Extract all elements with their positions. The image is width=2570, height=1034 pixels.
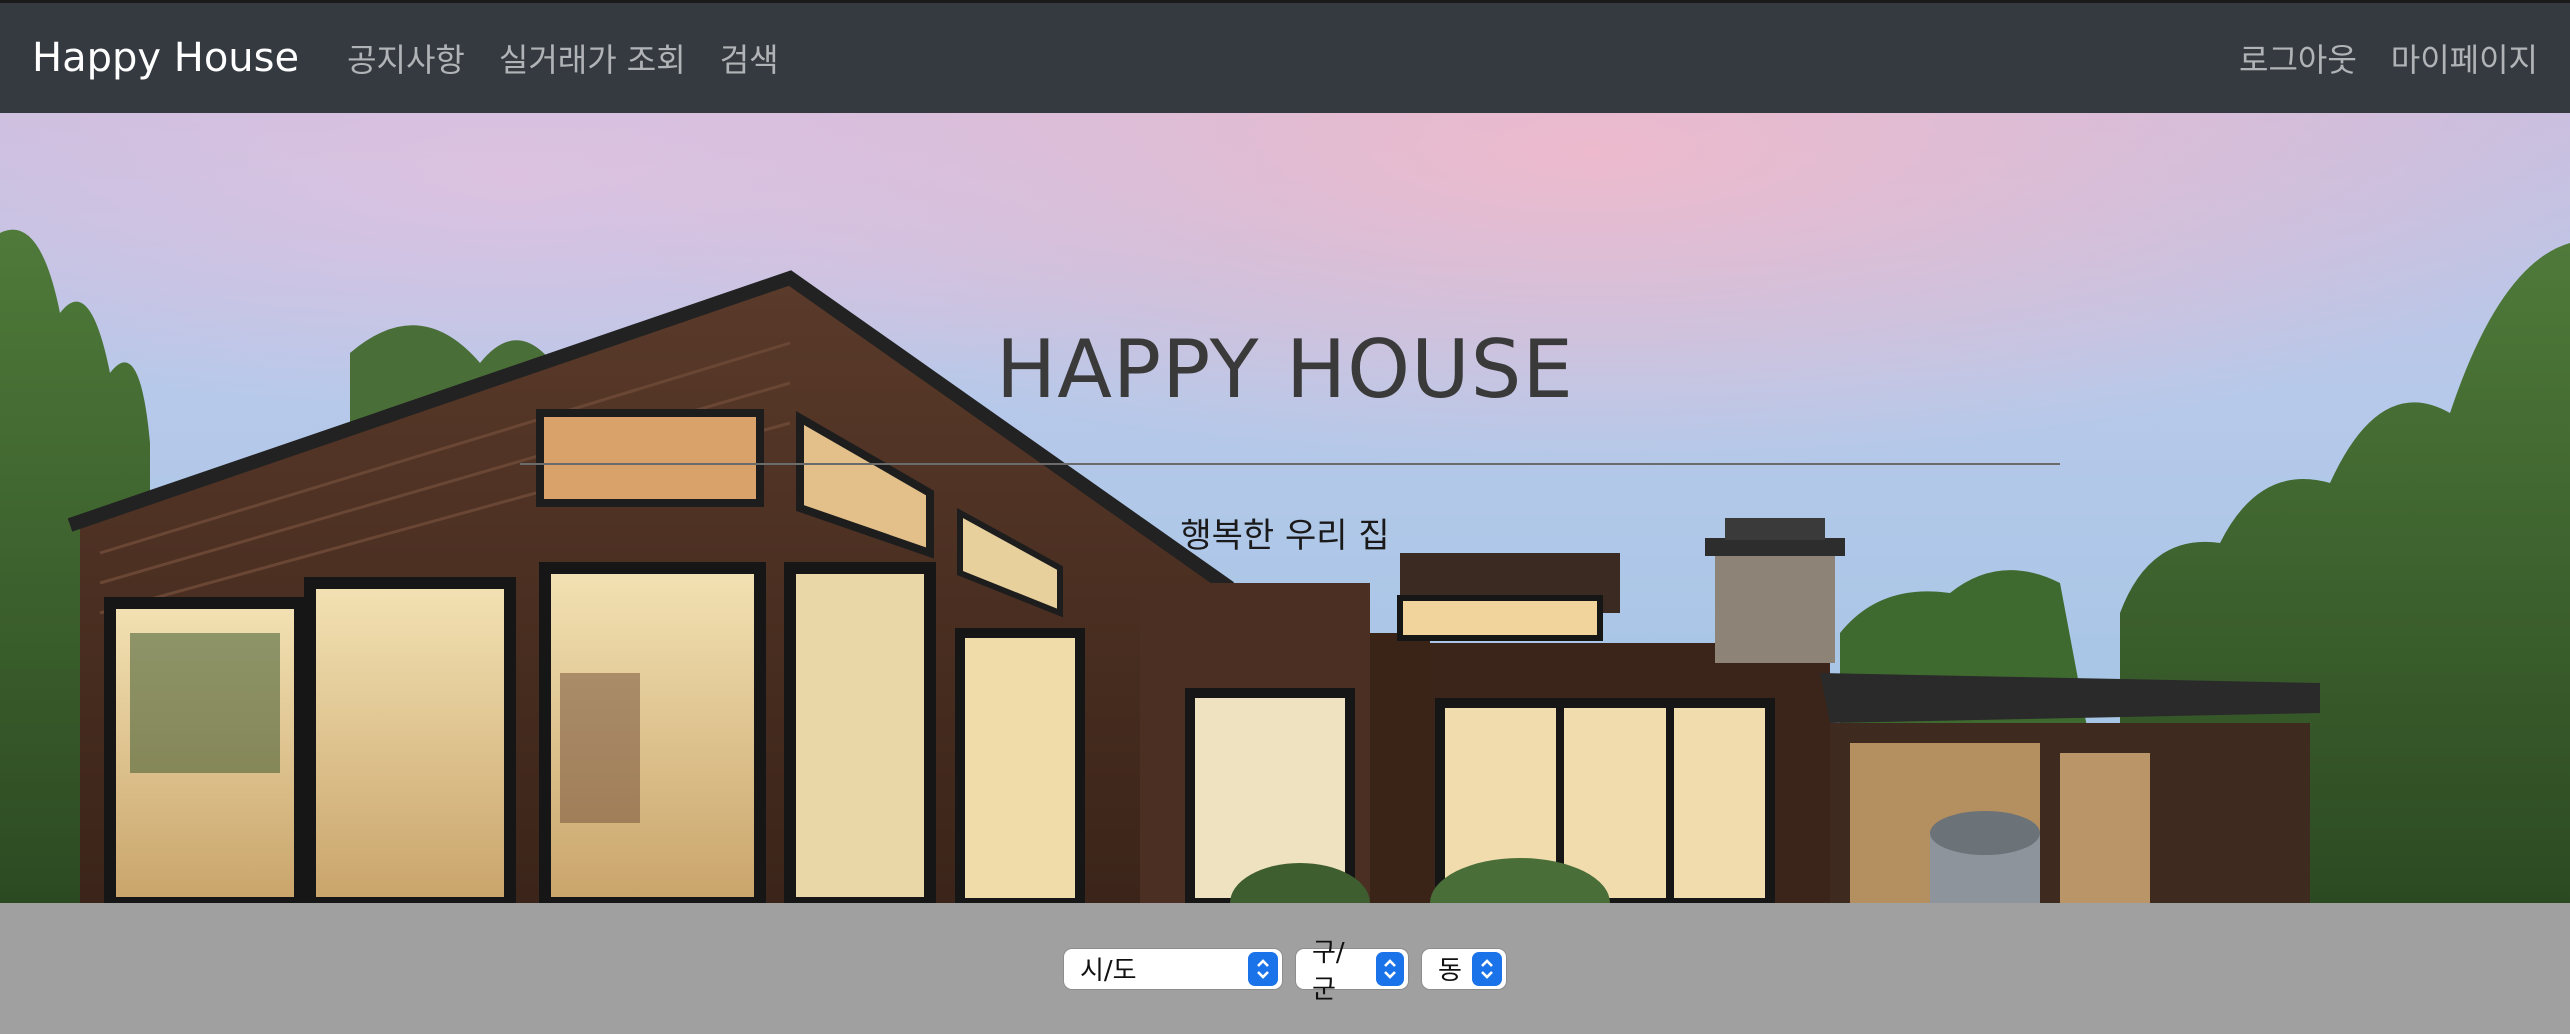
gugun-select-value: 구/군 xyxy=(1312,937,1345,1005)
nav-link-deal-lookup[interactable]: 실거래가 조회 xyxy=(499,35,686,81)
hero-title: HAPPY HOUSE xyxy=(996,323,1574,416)
dong-select[interactable]: 동 xyxy=(1421,947,1507,990)
sido-select[interactable]: 시/도 xyxy=(1063,947,1283,990)
nav-link-mypage[interactable]: 마이페이지 xyxy=(2391,35,2538,81)
navbar: Happy House 공지사항 실거래가 조회 검색 로그아웃 마이페이지 xyxy=(0,3,2570,113)
nav-right-menu: 로그아웃 마이페이지 xyxy=(2239,35,2538,81)
updown-chevron-icon xyxy=(1472,951,1502,986)
updown-chevron-icon xyxy=(1375,951,1404,986)
dong-select-value: 동 xyxy=(1438,956,1462,986)
updown-chevron-icon xyxy=(1248,951,1278,986)
region-filter-bar: 시/도 구/군 동 xyxy=(0,903,2570,1034)
nav-link-logout[interactable]: 로그아웃 xyxy=(2239,35,2357,81)
gugun-select[interactable]: 구/군 xyxy=(1295,938,1409,1005)
brand-logo[interactable]: Happy House xyxy=(32,35,299,81)
nav-left-menu: 공지사항 실거래가 조회 검색 xyxy=(347,35,778,81)
sido-select-value: 시/도 xyxy=(1080,956,1137,986)
nav-link-search[interactable]: 검색 xyxy=(720,35,779,81)
hero-divider xyxy=(520,463,2060,465)
hero-subtitle: 행복한 우리 집 xyxy=(1180,516,1390,556)
hero-banner: HAPPY HOUSE 행복한 우리 집 xyxy=(0,113,2570,903)
nav-link-notice[interactable]: 공지사항 xyxy=(347,35,465,81)
